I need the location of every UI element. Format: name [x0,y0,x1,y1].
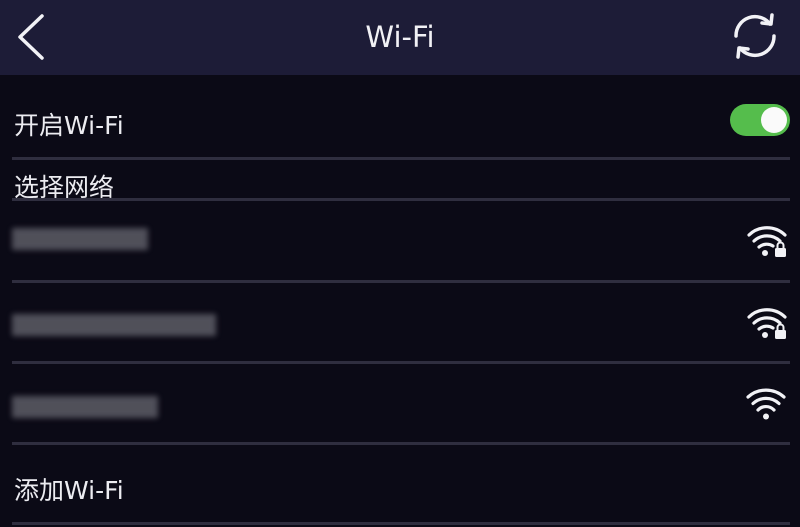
divider [12,522,790,525]
divider [12,157,790,160]
wifi-toggle-label: 开启Wi-Fi [14,111,124,140]
header-bar: Wi-Fi [0,0,800,75]
refresh-icon [734,13,776,59]
network-item[interactable] [0,201,800,280]
blurred-network-name [12,396,158,418]
refresh-button[interactable] [722,6,788,66]
page-title: Wi-Fi [365,20,435,54]
toggle-knob [761,107,787,133]
wifi-locked-icon [747,308,787,339]
wifi-locked-icon [747,226,787,257]
wifi-icon [746,388,786,420]
blurred-network-name [12,314,216,336]
wifi-toggle-switch[interactable] [730,104,790,136]
network-item[interactable] [0,283,800,361]
back-button[interactable] [6,8,56,66]
chevron-left-icon [18,14,44,60]
blurred-network-name [12,228,148,250]
add-wifi-row[interactable]: 添加Wi-Fi [0,445,800,523]
wifi-settings-screen: Wi-Fi 开启Wi-Fi 选择网络 添加Wi-Fi [0,0,800,527]
network-item[interactable] [0,364,800,442]
add-wifi-label: 添加Wi-Fi [14,476,124,505]
wifi-toggle-row: 开启Wi-Fi [0,76,800,158]
